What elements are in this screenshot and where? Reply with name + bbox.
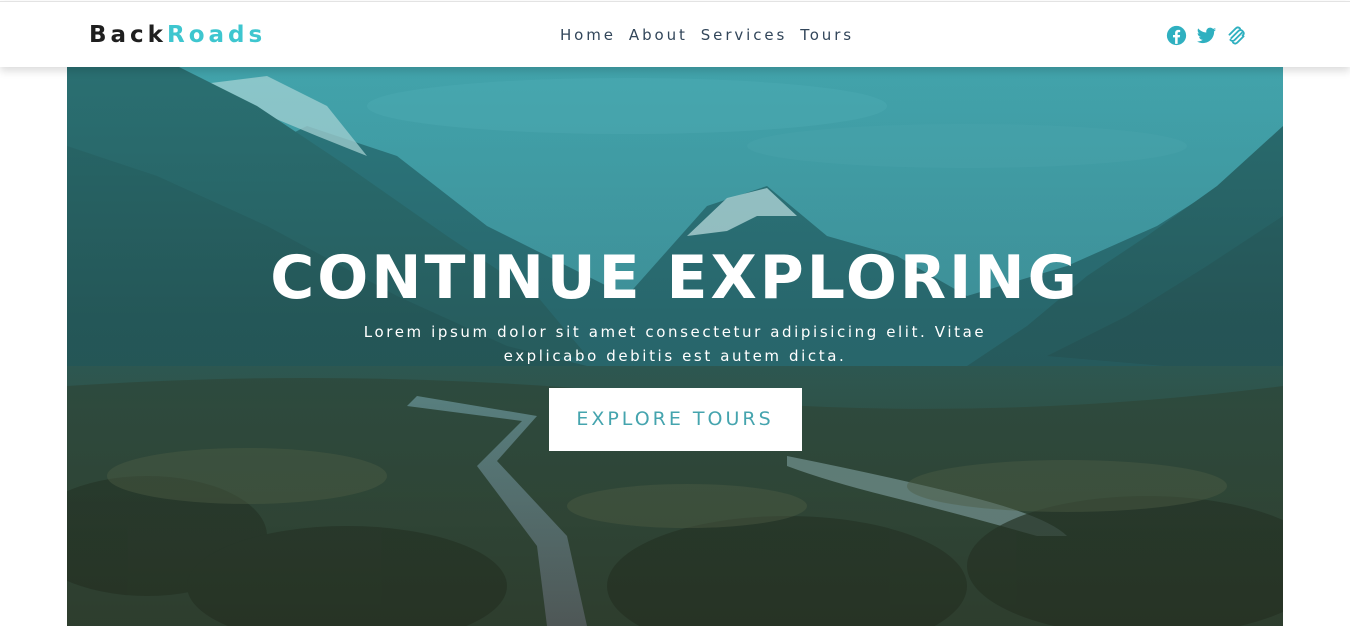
facebook-icon: [1166, 25, 1187, 46]
twitter-icon: [1196, 27, 1217, 44]
hero-title: CONTINUE EXPLORING: [270, 243, 1080, 313]
brand-logo-part2: Roads: [166, 22, 267, 48]
nav-link-home[interactable]: Home: [560, 26, 616, 44]
nav-item-tours: Tours: [800, 25, 854, 45]
brand-logo-part1: Back: [89, 22, 167, 48]
twitter-link[interactable]: [1196, 25, 1217, 46]
brand-logo[interactable]: BackRoads: [89, 20, 266, 50]
nav-link-tours[interactable]: Tours: [800, 26, 854, 44]
squarespace-icon: [1228, 26, 1245, 45]
nav-item-about: About: [629, 25, 688, 45]
explore-tours-button[interactable]: EXPLORE TOURS: [548, 388, 802, 451]
squarespace-link[interactable]: [1226, 25, 1247, 46]
hero-text: Lorem ipsum dolor sit amet consectetur a…: [363, 323, 987, 365]
facebook-link[interactable]: [1166, 25, 1187, 46]
nav-item-services: Services: [701, 25, 787, 45]
nav-links: Home About Services Tours: [560, 25, 854, 45]
navbar: BackRoads Home About Services Tours: [0, 1, 1350, 67]
nav-link-about[interactable]: About: [629, 26, 688, 44]
nav-link-services[interactable]: Services: [701, 26, 787, 44]
hero-section: CONTINUE EXPLORING Lorem ipsum dolor sit…: [67, 66, 1283, 626]
hero-content: CONTINUE EXPLORING Lorem ipsum dolor sit…: [67, 242, 1283, 451]
social-links: [1166, 25, 1247, 46]
nav-item-home: Home: [560, 25, 616, 45]
